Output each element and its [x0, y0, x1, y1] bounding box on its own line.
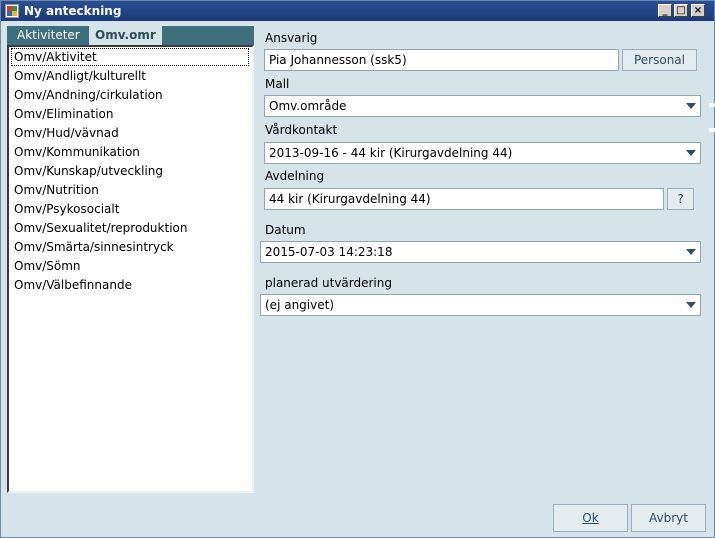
- ansvarig-label: Ansvarig: [265, 31, 318, 45]
- list-item[interactable]: Omv/Kunskap/utveckling: [11, 162, 249, 180]
- dialog-window: Ny anteckning _ □ × Aktiviteter Omv.omr …: [0, 0, 715, 538]
- vardkontakt-dropdown[interactable]: 2013-09-16 - 44 kir (Kirurgavdelning 44): [264, 142, 701, 164]
- ok-button[interactable]: Ok: [553, 504, 628, 532]
- planerad-value: (ej angivet): [265, 298, 334, 312]
- list-item[interactable]: Omv/Psykosocialt: [11, 200, 249, 218]
- ansvarig-field[interactable]: Pia Johannesson (ssk5): [264, 49, 619, 71]
- app-icon: [5, 4, 19, 18]
- tab-omv-omr[interactable]: Omv.omr: [89, 26, 162, 45]
- window-title: Ny anteckning: [24, 4, 122, 18]
- chevron-down-icon[interactable]: [686, 103, 696, 109]
- list-item[interactable]: Omv/Sexualitet/reproduktion: [11, 219, 249, 237]
- background-fragment: [709, 103, 715, 107]
- close-icon[interactable]: ×: [691, 4, 705, 17]
- avdelning-field[interactable]: 44 kir (Kirurgavdelning 44): [264, 188, 664, 210]
- mall-label: Mall: [265, 77, 290, 91]
- vardkontakt-value: 2013-09-16 - 44 kir (Kirurgavdelning 44): [269, 146, 513, 160]
- avdelning-label: Avdelning: [265, 169, 325, 183]
- list-item[interactable]: Omv/Nutrition: [11, 181, 249, 199]
- list-item[interactable]: Omv/Aktivitet: [11, 48, 249, 66]
- background-fragment: [709, 128, 715, 132]
- tab-strip: Aktiviteter Omv.omr: [7, 26, 254, 45]
- list-item[interactable]: Omv/Andning/cirkulation: [11, 86, 249, 104]
- minimize-icon[interactable]: _: [658, 4, 672, 17]
- vardkontakt-label: Vårdkontakt: [265, 123, 338, 137]
- title-bar[interactable]: Ny anteckning _ □ ×: [1, 1, 714, 21]
- list-item[interactable]: Omv/Kommunikation: [11, 143, 249, 161]
- personal-button[interactable]: Personal: [622, 49, 697, 71]
- list-item[interactable]: Omv/Välbefinnande: [11, 276, 249, 294]
- planerad-dropdown[interactable]: (ej angivet): [260, 294, 701, 316]
- list-item[interactable]: Omv/Sömn: [11, 257, 249, 275]
- mall-dropdown[interactable]: Omv.område: [264, 95, 701, 117]
- chevron-down-icon[interactable]: [686, 249, 696, 255]
- chevron-down-icon[interactable]: [686, 150, 696, 156]
- maximize-icon[interactable]: □: [674, 4, 688, 17]
- datum-value: 2015-07-03 14:23:18: [265, 245, 393, 259]
- list-item[interactable]: Omv/Smärta/sinnesintryck: [11, 238, 249, 256]
- ok-label: Ok: [582, 511, 599, 525]
- chevron-down-icon[interactable]: [686, 302, 696, 308]
- avbryt-label: Avbryt: [649, 511, 688, 525]
- datum-picker[interactable]: 2015-07-03 14:23:18: [260, 241, 701, 263]
- datum-label: Datum: [265, 223, 306, 237]
- category-list[interactable]: Omv/Aktivitet Omv/Andligt/kulturellt Omv/A…: [7, 45, 254, 493]
- planerad-label: planerad utvärdering: [265, 276, 392, 290]
- list-item[interactable]: Omv/Hud/vävnad: [11, 124, 249, 142]
- avbryt-button[interactable]: Avbryt: [631, 504, 706, 532]
- list-item[interactable]: Omv/Andligt/kulturellt: [11, 67, 249, 85]
- mall-value: Omv.område: [269, 99, 347, 113]
- avdelning-lookup-button[interactable]: ?: [667, 188, 694, 210]
- list-item[interactable]: Omv/Elimination: [11, 105, 249, 123]
- tab-aktiviteter[interactable]: Aktiviteter: [11, 26, 86, 45]
